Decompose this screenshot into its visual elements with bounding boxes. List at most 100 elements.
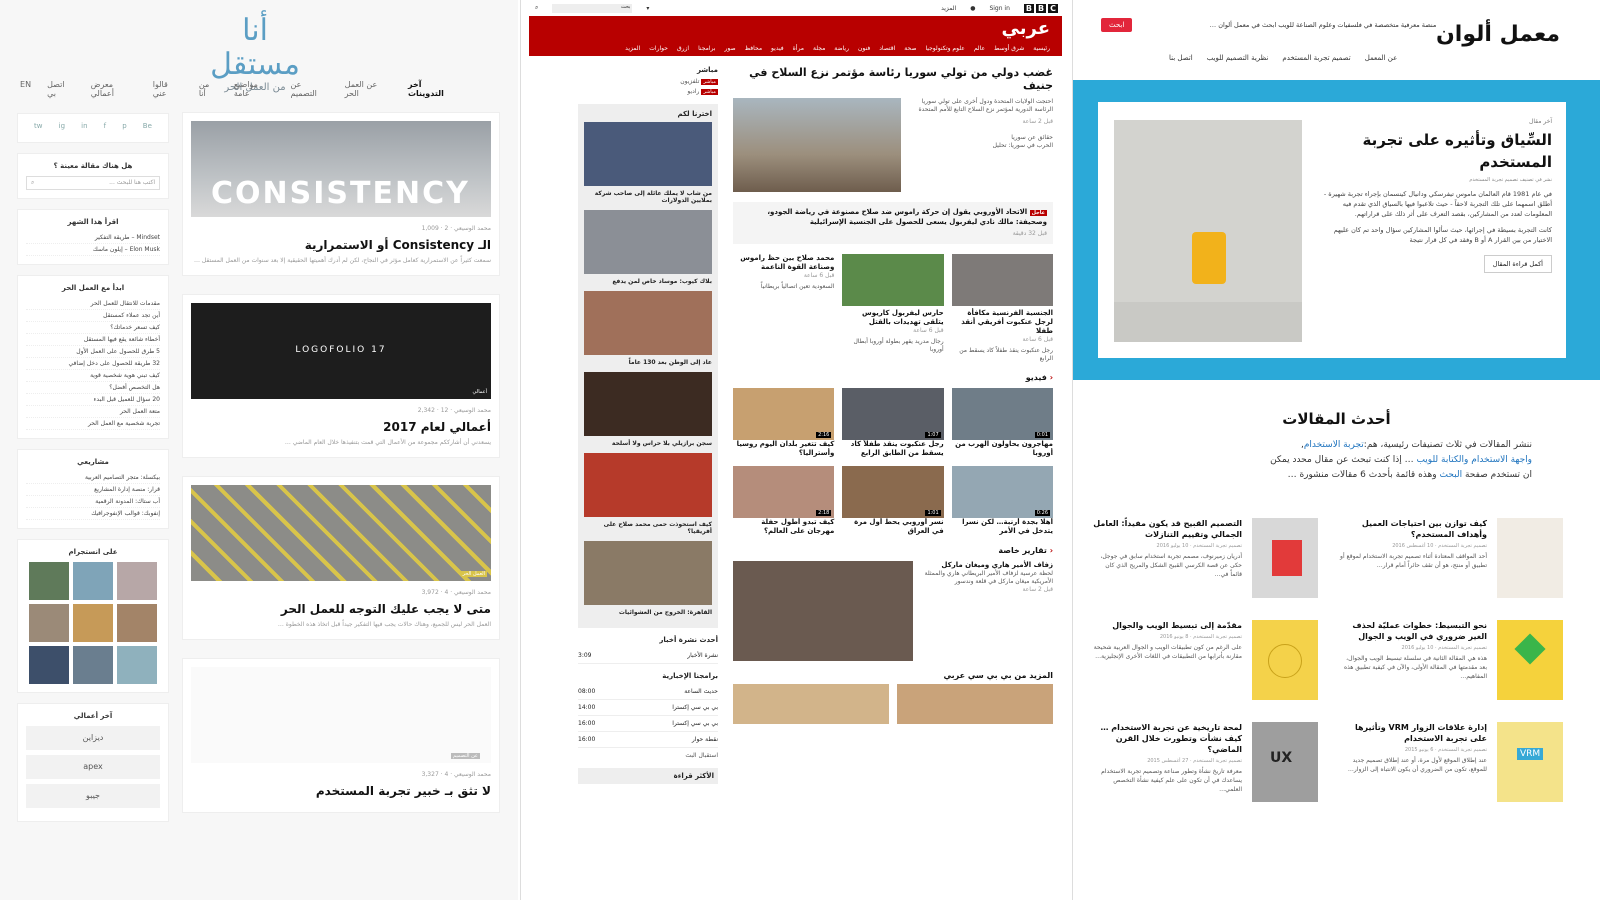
- pick-image[interactable]: [584, 122, 712, 186]
- menu-item[interactable]: عالم: [974, 45, 985, 52]
- nav-item[interactable]: تصميم تجربة المستخدم: [1282, 54, 1350, 62]
- menu-item[interactable]: ازرق: [677, 45, 689, 52]
- facebook-icon[interactable]: f: [104, 122, 106, 134]
- instagram-photo[interactable]: [29, 604, 69, 642]
- story-card[interactable]: حارس ليفربول كاريوس يتلقى تهديدات بالقتل…: [842, 254, 944, 363]
- story-note[interactable]: السعودية تعين اتصالياً بريطانياً: [733, 283, 835, 291]
- sign-in-link[interactable]: Sign in: [989, 5, 1009, 12]
- article-image[interactable]: [1497, 518, 1563, 598]
- story-title[interactable]: الجنسية الفرنسية مكافأة لرجل عنكبوت أفري…: [952, 309, 1053, 336]
- post-card[interactable]: عن التصميم محمد الوسيعي · 4 · 3,327 لا ت…: [182, 658, 500, 813]
- post-title[interactable]: لا تثق بـ خبير تجربة المستخدم: [191, 784, 491, 798]
- menu-item[interactable]: محافظ: [745, 45, 762, 52]
- story-note[interactable]: رجال مدريد يقهر بطولة أوروبا أبطال أوروب…: [842, 338, 943, 354]
- breaking-block[interactable]: عاجل الاتحاد الأوروبي يقول إن حركة راموس…: [733, 202, 1053, 244]
- story-card[interactable]: محمد صلاح بين حظ راموس وصناعة القوة النا…: [733, 254, 834, 363]
- article-card[interactable]: التصميم القبيح قد يكون مفيداً: العامل ال…: [1093, 518, 1318, 598]
- pick-caption[interactable]: من شاب لا يملك عائلة إلى صاحب شركة بملاي…: [584, 190, 712, 204]
- work-logo[interactable]: apex: [26, 755, 160, 779]
- article-card[interactable]: نحو التبسيط: خطوات عمليّة لحذف الغير ضرو…: [1338, 620, 1563, 700]
- live-item[interactable]: مباشر راديو: [578, 88, 718, 96]
- story-image[interactable]: [842, 254, 944, 306]
- category-link[interactable]: والكتابة للويب: [1416, 455, 1468, 465]
- featured-title[interactable]: السِّياق وتأثيره على تجربة المستخدم: [1316, 129, 1552, 173]
- list-item[interactable]: بيكسلة: متجر التصاميم العربية: [26, 472, 160, 484]
- lead-image[interactable]: [733, 98, 901, 192]
- article-image[interactable]: [1497, 620, 1563, 700]
- article-title[interactable]: إدارة علاقات الزوار VRM وتأثيرها على تجر…: [1338, 722, 1487, 744]
- article-title[interactable]: كيف توازن بين احتياجات العميل وأهداف الم…: [1338, 518, 1487, 540]
- list-item[interactable]: أب ستاك: المدونة الرقمية: [26, 496, 160, 508]
- video-thumb[interactable]: 1:07: [842, 388, 944, 440]
- instagram-photo[interactable]: [73, 646, 113, 684]
- list-item[interactable]: هل التخصص أفضل؟: [26, 382, 160, 394]
- list-item[interactable]: تجربة شخصية مع العمل الحر: [26, 418, 160, 430]
- pick-caption[interactable]: كيف استحوذت حمى محمد صلاح على أفريقيا؟: [584, 521, 712, 535]
- search-input[interactable]: اكتب هنا للبحث ... ⌕: [26, 176, 160, 190]
- instagram-photo[interactable]: [117, 562, 157, 600]
- article-title[interactable]: التصميم القبيح قد يكون مفيداً: العامل ال…: [1093, 518, 1242, 540]
- article-card[interactable]: VRM إدارة علاقات الزوار VRM وتأثيرها على…: [1338, 722, 1563, 802]
- story-image[interactable]: [951, 254, 1053, 306]
- menu-item[interactable]: اقتصاد: [879, 45, 895, 52]
- nav-about[interactable]: من أنا: [199, 80, 218, 98]
- menu-item[interactable]: المزيد: [625, 45, 640, 52]
- program-item[interactable]: نقطة حوار 16:00: [578, 732, 718, 748]
- nav-item[interactable]: اتصل بنا: [1169, 54, 1193, 62]
- video-thumb[interactable]: 0:01: [951, 388, 1053, 440]
- top-headline[interactable]: غضب دولي من تولي سوريا رئاسة مؤتمر نزع ا…: [733, 66, 1053, 92]
- report-story[interactable]: زفاف الأمير هاري وميغان ماركل لحظة عرسية…: [733, 561, 1053, 661]
- schedule-link[interactable]: استقبال البث: [578, 752, 718, 760]
- pick-caption[interactable]: سجن برازيلي بلا حراس ولا أسلحة: [584, 440, 712, 447]
- related-link[interactable]: حقائق عن سوريا: [909, 134, 1053, 142]
- video-card[interactable]: 2:16 كيف تتغير بلدان اليوم روسيا وأسترالي…: [733, 388, 835, 458]
- video-caption[interactable]: رجل عنكبوت ينقذ طفلاً كاد يسقط من الطابق…: [842, 440, 944, 458]
- menu-item[interactable]: رئيسية: [1033, 45, 1050, 52]
- featured-card[interactable]: آخر مقال السِّياق وتأثيره على تجربة المس…: [1098, 102, 1566, 358]
- nav-contact[interactable]: اتصل بي: [47, 80, 75, 98]
- menu-item[interactable]: مجلة: [813, 45, 825, 52]
- read-more-button[interactable]: أكمل قراءة المقال: [1483, 255, 1552, 273]
- list-item[interactable]: 5 طرق للحصول على العمل الأول: [26, 346, 160, 358]
- story-card[interactable]: الجنسية الفرنسية مكافأة لرجل عنكبوت أفري…: [951, 254, 1053, 363]
- article-image[interactable]: VRM: [1497, 722, 1563, 802]
- video-caption[interactable]: أهلا بجدة أرنبة… لكن نسرا يتدخل في الأمر: [952, 518, 1053, 536]
- pick-image[interactable]: [584, 372, 712, 436]
- video-card[interactable]: 2:18 كيف تبدو أطول حفلة مهرجان على العالم…: [733, 466, 835, 536]
- video-caption[interactable]: مهاجرون يحاولون الهرب من أوروبا: [952, 440, 1053, 458]
- article-title[interactable]: مقدّمة إلى تبسيط الويب والجوال: [1093, 620, 1242, 631]
- pick-image[interactable]: [584, 210, 712, 274]
- news-item[interactable]: نشرة الأخبار 3:09: [578, 648, 718, 664]
- nav-item[interactable]: نظرية التصميم للويب: [1207, 54, 1269, 62]
- video-caption[interactable]: كيف تتغير بلدان اليوم روسيا وأستراليا؟: [733, 440, 835, 458]
- video-section-title[interactable]: ‹ فيديو: [733, 373, 1053, 382]
- video-caption[interactable]: كيف تبدو أطول حفلة مهرجان على العالم؟: [733, 518, 834, 536]
- report-image[interactable]: [733, 561, 913, 661]
- user-icon[interactable]: ●: [970, 5, 975, 12]
- menu-item[interactable]: برامجنا: [698, 45, 715, 52]
- post-card[interactable]: CONSISTENCY محمد الوسيعي · 2 · 1,009 الـ…: [182, 112, 500, 276]
- menu-item[interactable]: صحة: [904, 45, 916, 52]
- video-card[interactable]: 0:01 مهاجرون يحاولون الهرب من أوروبا: [951, 388, 1053, 458]
- story-title[interactable]: محمد صلاح بين حظ راموس وصناعة القوة النا…: [733, 254, 834, 272]
- nav-freelance[interactable]: عن العمل الحر: [345, 80, 392, 98]
- article-image[interactable]: [1252, 518, 1318, 598]
- featured-image[interactable]: [1114, 120, 1302, 342]
- list-item[interactable]: أين تجد عملاء كمستقل: [26, 310, 160, 322]
- related-link[interactable]: الحرب في سوريا: تحليل: [909, 142, 1053, 150]
- instagram-photo[interactable]: [29, 562, 69, 600]
- article-image[interactable]: UX: [1252, 722, 1318, 802]
- list-item[interactable]: Elon Musk – إيلون ماسك: [26, 244, 160, 256]
- instagram-photo[interactable]: [73, 604, 113, 642]
- menu-item[interactable]: رياضة: [834, 45, 849, 52]
- instagram-icon[interactable]: ig: [59, 122, 65, 134]
- post-title[interactable]: الـ Consistency أو الاستمرارية: [191, 238, 491, 252]
- article-card[interactable]: مقدّمة إلى تبسيط الويب والجوال تصميم تجرب…: [1093, 620, 1318, 700]
- menu-item[interactable]: حوارات: [649, 45, 668, 52]
- list-item[interactable]: أخطاء شائعة يقع فيها المستقل: [26, 334, 160, 346]
- list-item[interactable]: 32 طريقة للحصول على دخل إضافي: [26, 358, 160, 370]
- instagram-photo[interactable]: [29, 646, 69, 684]
- post-title[interactable]: متى لا يجب عليك التوجه للعمل الحر: [191, 602, 491, 616]
- program-item[interactable]: بي بي سي إكسترا 16:00: [578, 716, 718, 732]
- post-card[interactable]: العمل الحر محمد الوسيعي · 4 · 3,972 متى …: [182, 476, 500, 640]
